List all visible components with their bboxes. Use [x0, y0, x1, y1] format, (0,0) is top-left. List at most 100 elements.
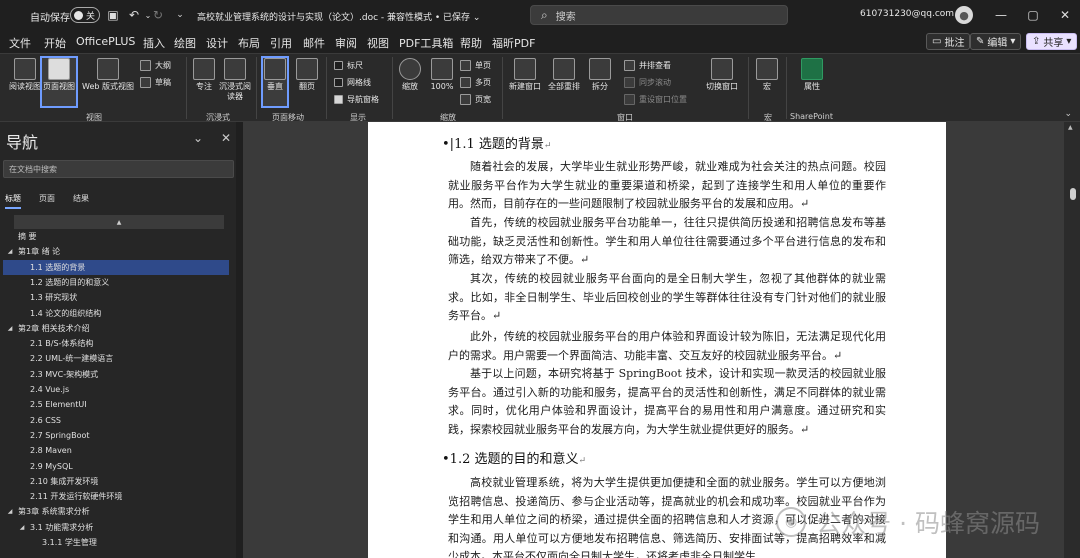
outline-button[interactable]: 大纲 [140, 60, 171, 71]
tab-draw[interactable]: 绘图 [174, 35, 196, 51]
web-layout-icon [97, 58, 119, 80]
properties-label: 属性 [804, 82, 820, 91]
side-to-side-button[interactable]: 翻页 [293, 58, 321, 92]
nav-heading-item[interactable]: 2.11 开发运行软硬件环境 [3, 489, 229, 504]
page-width-button[interactable]: 页宽 [460, 94, 491, 105]
immersive-reader-button[interactable]: 沉浸式阅读器 [218, 58, 252, 102]
tab-design[interactable]: 设计 [206, 35, 228, 51]
reset-window-position-button[interactable]: 重设窗口位置 [624, 94, 687, 105]
expand-triangle-icon[interactable]: ◢ [5, 508, 15, 515]
close-icon[interactable]: ✕ [221, 131, 231, 145]
collapse-ribbon-icon[interactable]: ⌄ [1064, 109, 1072, 119]
nav-heading-item[interactable]: 1.4 论文的组织结构 [3, 306, 229, 321]
search-box[interactable]: ⌕ 搜索 [530, 5, 788, 25]
nav-heading-item[interactable]: 2.1 B/S-体系结构 [3, 336, 229, 351]
draft-button[interactable]: 草稿 [140, 77, 171, 88]
view-side-by-side-button[interactable]: 并排查看 [624, 60, 671, 71]
tab-help[interactable]: 帮助 [460, 35, 482, 51]
nav-heading-item[interactable]: 2.4 Vue.js [3, 382, 229, 397]
nav-heading-item[interactable]: 1.1 选题的背景 [3, 259, 229, 275]
autosave-toggle[interactable]: 关 [70, 7, 100, 23]
read-mode-label: 阅读视图 [9, 82, 41, 91]
nav-heading-item[interactable]: 1.3 研究现状 [3, 290, 229, 305]
tab-references[interactable]: 引用 [270, 35, 292, 51]
new-window-button[interactable]: 新建窗口 [507, 58, 543, 92]
tab-layout[interactable]: 布局 [238, 35, 260, 51]
nav-heading-item[interactable]: 2.8 Maven [3, 443, 229, 458]
properties-button[interactable]: 属性 [798, 58, 826, 92]
scroll-thumb[interactable] [1070, 188, 1076, 200]
nav-options-icon[interactable]: ⌄ [193, 131, 203, 145]
web-layout-button[interactable]: Web 版式视图 [80, 58, 136, 92]
caret-up-icon[interactable]: ▲ [1068, 124, 1073, 131]
document-page[interactable]: •|1.1 选题的背景↵ 随着社会的发展，大学毕业生就业形势严峻，就业难成为社会… [368, 122, 946, 558]
nav-heading-item[interactable]: 2.2 UML-统一建模语言 [3, 351, 229, 366]
tab-review[interactable]: 审阅 [335, 35, 357, 51]
navigation-pane-checkbox[interactable]: 导航窗格 [334, 94, 379, 105]
expand-triangle-icon[interactable]: ◢ [5, 325, 15, 332]
tab-file[interactable]: 文件 [9, 35, 31, 51]
arrange-all-button[interactable]: 全部重排 [545, 58, 583, 92]
nav-heading-item[interactable]: ◢ 3.1 功能需求分析 [3, 520, 229, 535]
qat-customize-icon[interactable]: ⌄ [172, 7, 188, 23]
account-email[interactable]: 610731230@qq.com [860, 9, 954, 19]
tab-pdf-toolbox[interactable]: PDF工具箱 [399, 35, 453, 51]
zoom-button[interactable]: 缩放 [396, 58, 424, 92]
nav-heading-item[interactable]: ◢ 第1章 绪 论 [3, 244, 229, 259]
tab-headings[interactable]: 标题 [5, 193, 21, 209]
nav-heading-label: 2.6 CSS [30, 415, 62, 425]
split-button[interactable]: 拆分 [586, 58, 614, 92]
tab-foxit-pdf[interactable]: 福昕PDF [492, 35, 535, 51]
synchronous-scrolling-button[interactable]: 同步滚动 [624, 77, 671, 88]
nav-heading-item[interactable]: 摘 要 [3, 229, 229, 244]
tab-results[interactable]: 结果 [73, 193, 89, 204]
minimize-icon[interactable]: — [993, 7, 1009, 23]
share-button[interactable]: ⇪ 共享 ▾ [1026, 33, 1078, 50]
nav-heading-item[interactable]: 2.6 CSS [3, 413, 229, 428]
switch-windows-button[interactable]: 切换窗口 [702, 58, 742, 92]
nav-heading-item[interactable]: 2.3 MVC-架构模式 [3, 367, 229, 382]
tab-insert[interactable]: 插入 [143, 35, 165, 51]
save-icon[interactable]: ▣ [105, 7, 121, 23]
zoom-100-button[interactable]: 100% [428, 58, 456, 92]
focus-button[interactable]: 专注 [190, 58, 218, 92]
tab-officeplus[interactable]: OfficePLUS [76, 35, 135, 48]
scroll-up-button[interactable]: ▲ [14, 215, 224, 229]
ruler-checkbox[interactable]: 标尺 [334, 60, 363, 71]
multiple-pages-label: 多页 [475, 78, 491, 87]
nav-heading-item[interactable]: 2.7 SpringBoot [3, 428, 229, 443]
restore-icon[interactable]: ▢ [1025, 7, 1041, 23]
nav-heading-item[interactable]: 2.10 集成开发环境 [3, 474, 229, 489]
nav-heading-item[interactable]: 2.9 MySQL [3, 459, 229, 474]
tab-mailings[interactable]: 邮件 [303, 35, 325, 51]
expand-triangle-icon[interactable]: ◢ [17, 524, 27, 531]
tab-view[interactable]: 视图 [367, 35, 389, 55]
gridlines-checkbox[interactable]: 网格线 [334, 77, 371, 88]
nav-scrollbar[interactable] [236, 122, 243, 558]
title-bar: 自动保存 关 ▣ ↶ ⌄ ↻ ⌄ 高校就业管理系统的设计与实现（论文）.doc … [0, 0, 1080, 31]
tab-home[interactable]: 开始 [44, 35, 66, 51]
editing-mode-button[interactable]: ✎ 编辑 ▾ [970, 33, 1022, 50]
comment-button[interactable]: ▭ 批注 [926, 33, 971, 50]
nav-heading-item[interactable]: 3.1.1 学生管理 [3, 535, 229, 550]
avatar[interactable]: ● [955, 6, 973, 24]
document-scrollbar[interactable]: ▲ [1064, 122, 1080, 558]
print-layout-button[interactable]: 页面视图 [40, 56, 78, 108]
macros-button[interactable]: 宏 [754, 58, 780, 92]
read-mode-button[interactable]: 阅读视图 [8, 58, 42, 92]
group-separator [256, 57, 257, 119]
multiple-pages-button[interactable]: 多页 [460, 77, 491, 88]
one-page-button[interactable]: 单页 [460, 60, 491, 71]
nav-heading-item[interactable]: 1.2 选题的目的和意义 [3, 275, 229, 290]
tab-pages[interactable]: 页面 [39, 193, 55, 204]
vertical-button[interactable]: 垂直 [261, 56, 289, 108]
caret-up-icon: ▲ [116, 218, 122, 226]
expand-triangle-icon[interactable]: ◢ [5, 248, 15, 255]
sharepoint-icon [801, 58, 823, 80]
nav-search-input[interactable]: 在文档中搜索 [3, 160, 234, 178]
close-icon[interactable]: ✕ [1057, 7, 1073, 23]
redo-icon[interactable]: ↻ [150, 7, 166, 23]
nav-heading-item[interactable]: ◢ 第2章 相关技术介绍 [3, 321, 229, 336]
nav-heading-item[interactable]: ◢ 第3章 系统需求分析 [3, 504, 229, 519]
nav-heading-item[interactable]: 2.5 ElementUI [3, 397, 229, 412]
